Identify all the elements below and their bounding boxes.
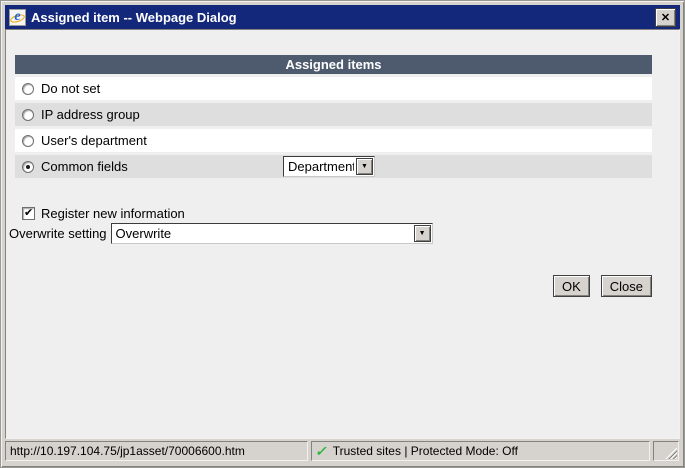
overwrite-setting-label: Overwrite setting: [9, 226, 107, 241]
close-icon: ✕: [661, 11, 670, 24]
overwrite-setting-row: Overwrite setting Overwrite ▼: [9, 223, 433, 244]
option-label: Do not set: [41, 81, 100, 96]
resize-grip-icon[interactable]: [664, 446, 677, 459]
close-button-dialog[interactable]: Close: [601, 275, 652, 297]
option-row-common-fields[interactable]: Common fields Department ▼: [15, 155, 652, 178]
dialog-buttons: OK Close: [553, 275, 652, 297]
option-row-users-department[interactable]: User's department: [15, 129, 652, 152]
status-url-text: http://10.197.104.75/jp1asset/70006600.h…: [10, 444, 245, 458]
status-url-panel: http://10.197.104.75/jp1asset/70006600.h…: [5, 441, 308, 461]
option-label: User's department: [41, 133, 147, 148]
radio-common-fields[interactable]: [22, 161, 34, 173]
dialog-body: Assigned items Do not set IP address gro…: [5, 29, 680, 439]
register-new-information-row[interactable]: Register new information: [22, 206, 185, 221]
trusted-check-icon: ✓: [314, 443, 329, 460]
ok-button[interactable]: OK: [553, 275, 590, 297]
close-button[interactable]: ✕: [655, 8, 676, 27]
chevron-down-icon[interactable]: ▼: [356, 158, 373, 175]
status-bar: http://10.197.104.75/jp1asset/70006600.h…: [5, 439, 680, 463]
status-resize-panel[interactable]: [653, 441, 679, 461]
assigned-items-table: Assigned items Do not set IP address gro…: [15, 55, 652, 181]
option-label: Common fields: [41, 159, 128, 174]
internet-explorer-icon: e: [9, 9, 26, 26]
chevron-down-icon[interactable]: ▼: [414, 225, 431, 242]
option-row-ip-address-group[interactable]: IP address group: [15, 103, 652, 126]
common-fields-select[interactable]: Department ▼: [283, 156, 375, 177]
status-zone-panel[interactable]: ✓ Trusted sites | Protected Mode: Off: [311, 441, 650, 461]
table-header: Assigned items: [15, 55, 652, 74]
webpage-dialog-window: e Assigned item -- Webpage Dialog ✕ Assi…: [0, 0, 685, 468]
register-new-information-checkbox[interactable]: [22, 207, 35, 220]
radio-users-department[interactable]: [22, 135, 34, 147]
status-zone-text: Trusted sites | Protected Mode: Off: [333, 444, 518, 458]
register-new-information-label: Register new information: [41, 206, 185, 221]
common-fields-selected-value: Department: [288, 159, 354, 174]
title-bar[interactable]: e Assigned item -- Webpage Dialog ✕: [5, 5, 680, 29]
option-label: IP address group: [41, 107, 140, 122]
radio-ip-address-group[interactable]: [22, 109, 34, 121]
option-row-do-not-set[interactable]: Do not set: [15, 77, 652, 100]
overwrite-setting-select[interactable]: Overwrite ▼: [111, 223, 433, 244]
radio-do-not-set[interactable]: [22, 83, 34, 95]
window-title: Assigned item -- Webpage Dialog: [31, 10, 237, 25]
overwrite-selected-value: Overwrite: [116, 226, 412, 241]
